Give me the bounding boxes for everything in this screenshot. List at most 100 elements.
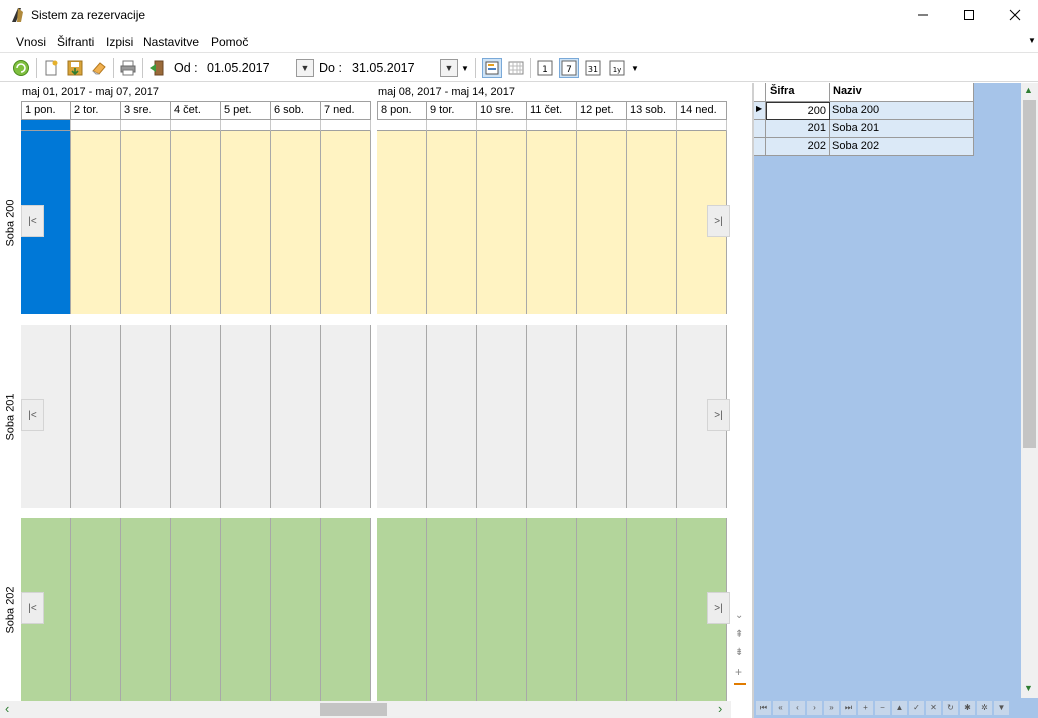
schedule-cell[interactable] bbox=[271, 131, 321, 314]
day-header[interactable]: 9 tor. bbox=[427, 101, 477, 120]
schedule-cell[interactable] bbox=[577, 131, 627, 314]
first-record-icon[interactable]: ⏮ bbox=[756, 701, 771, 715]
schedule-cell[interactable] bbox=[527, 325, 577, 508]
menu-overflow-chevron-icon[interactable]: ▼ bbox=[1028, 36, 1036, 45]
zoom-out-icon[interactable] bbox=[734, 683, 746, 685]
day-header[interactable]: 5 pet. bbox=[221, 101, 271, 120]
last-record-icon[interactable]: ⏭ bbox=[841, 701, 856, 715]
schedule-cell[interactable] bbox=[577, 518, 627, 701]
insert-icon[interactable]: + bbox=[858, 701, 873, 715]
schedule-cell[interactable] bbox=[377, 131, 427, 314]
schedule-cell[interactable] bbox=[477, 131, 527, 314]
cell-code[interactable]: 200 bbox=[766, 102, 830, 120]
schedule-cell[interactable] bbox=[271, 325, 321, 508]
date-from-dropdown-button[interactable]: ▼ bbox=[296, 59, 314, 77]
toolbar-overflow-icon[interactable]: ▼ bbox=[461, 64, 469, 73]
schedule-cell[interactable] bbox=[627, 518, 677, 701]
schedule-cell[interactable] bbox=[71, 325, 121, 508]
filter-icon[interactable]: ▼ bbox=[994, 701, 1009, 715]
previous-appointment-button[interactable]: |< bbox=[21, 592, 44, 624]
grid-view-icon[interactable] bbox=[507, 59, 525, 77]
new-document-icon[interactable] bbox=[42, 59, 60, 77]
date-from-field[interactable]: 01.05.2017 bbox=[207, 61, 270, 75]
day-header[interactable]: 10 sre. bbox=[477, 101, 527, 120]
schedule-cell[interactable] bbox=[221, 131, 271, 314]
day-header[interactable]: 3 sre. bbox=[121, 101, 171, 120]
day-header[interactable]: 7 ned. bbox=[321, 101, 371, 120]
timeline-view-icon[interactable] bbox=[482, 58, 502, 78]
schedule-cell[interactable] bbox=[577, 325, 627, 508]
day-header[interactable]: 12 pet. bbox=[577, 101, 627, 120]
schedule-cell[interactable] bbox=[377, 325, 427, 508]
table-row[interactable]: 202 Soba 202 bbox=[754, 138, 974, 156]
scroll-down-icon[interactable]: ⌄ bbox=[735, 610, 743, 621]
schedule-cell[interactable] bbox=[171, 325, 221, 508]
schedule-cell[interactable] bbox=[527, 131, 577, 314]
expand-all-icon[interactable]: ⇟ bbox=[735, 647, 743, 658]
schedule-cell[interactable] bbox=[477, 518, 527, 701]
schedule-cell[interactable] bbox=[427, 131, 477, 314]
day-view-icon[interactable]: 1 bbox=[536, 59, 554, 77]
schedule-cell[interactable] bbox=[427, 518, 477, 701]
scroll-right-icon[interactable]: › bbox=[718, 701, 722, 716]
menu-vnosi[interactable]: Vnosi bbox=[16, 35, 46, 49]
grid-vertical-scrollbar[interactable]: ▲ ▼ bbox=[1021, 83, 1038, 698]
toolbar-overflow-icon[interactable]: ▼ bbox=[631, 64, 639, 73]
print-icon[interactable] bbox=[119, 59, 137, 77]
schedule-cell[interactable] bbox=[527, 518, 577, 701]
scroll-down-icon[interactable]: ▼ bbox=[1024, 683, 1033, 693]
schedule-cell[interactable] bbox=[627, 131, 677, 314]
previous-appointment-button[interactable]: |< bbox=[21, 205, 44, 237]
delete-icon[interactable]: − bbox=[875, 701, 890, 715]
schedule-cell[interactable] bbox=[171, 131, 221, 314]
column-header-code[interactable]: Šifra bbox=[766, 83, 830, 102]
cell-code[interactable]: 201 bbox=[766, 120, 830, 138]
table-row[interactable]: ▶ 200 Soba 200 bbox=[754, 102, 974, 120]
schedule-cell[interactable] bbox=[271, 518, 321, 701]
day-header[interactable]: 4 čet. bbox=[171, 101, 221, 120]
exit-icon[interactable] bbox=[148, 59, 166, 77]
cell-name[interactable]: Soba 201 bbox=[830, 120, 974, 138]
schedule-cell[interactable] bbox=[121, 131, 171, 314]
cell-name[interactable]: Soba 202 bbox=[830, 138, 974, 156]
schedule-cell[interactable] bbox=[221, 325, 271, 508]
refresh-icon[interactable]: ↻ bbox=[943, 701, 958, 715]
minimize-button[interactable] bbox=[900, 0, 946, 30]
eraser-icon[interactable] bbox=[90, 59, 108, 77]
year-view-icon[interactable]: 1y bbox=[608, 59, 626, 77]
collapse-all-icon[interactable]: ⇞ bbox=[735, 629, 743, 640]
month-view-icon[interactable]: 31 bbox=[584, 59, 602, 77]
schedule-cell[interactable] bbox=[121, 518, 171, 701]
scrollbar-thumb[interactable] bbox=[320, 703, 387, 716]
bookmark-icon[interactable]: ✱ bbox=[960, 701, 975, 715]
menu-izpisi[interactable]: Izpisi bbox=[106, 35, 133, 49]
next-appointment-button[interactable]: >| bbox=[707, 592, 730, 624]
date-to-dropdown-button[interactable]: ▼ bbox=[440, 59, 458, 77]
refresh-icon[interactable] bbox=[12, 59, 30, 77]
schedule-cell[interactable] bbox=[121, 325, 171, 508]
schedule-cell[interactable] bbox=[71, 518, 121, 701]
day-header[interactable]: 2 tor. bbox=[71, 101, 121, 120]
cell-code[interactable]: 202 bbox=[766, 138, 830, 156]
cell-name[interactable]: Soba 200 bbox=[830, 102, 974, 120]
prev-record-icon[interactable]: ‹ bbox=[790, 701, 805, 715]
next-page-icon[interactable]: » bbox=[824, 701, 839, 715]
schedule-cell[interactable] bbox=[321, 518, 371, 701]
day-header[interactable]: 6 sob. bbox=[271, 101, 321, 120]
schedule-cell[interactable] bbox=[321, 325, 371, 508]
schedule-cell[interactable] bbox=[171, 518, 221, 701]
cancel-icon[interactable]: ✕ bbox=[926, 701, 941, 715]
day-header[interactable]: 11 čet. bbox=[527, 101, 577, 120]
next-appointment-button[interactable]: >| bbox=[707, 205, 730, 237]
day-header[interactable]: 13 sob. bbox=[627, 101, 677, 120]
menu-nastavitve[interactable]: Nastavitve bbox=[143, 35, 199, 49]
week-view-icon[interactable]: 7 bbox=[559, 58, 579, 78]
edit-icon[interactable]: ▲ bbox=[892, 701, 907, 715]
menu-pomoc[interactable]: Pomoč bbox=[211, 35, 248, 49]
schedule-cell[interactable] bbox=[71, 131, 121, 314]
table-row[interactable]: 201 Soba 201 bbox=[754, 120, 974, 138]
scroll-up-icon[interactable]: ▲ bbox=[1024, 85, 1033, 95]
scrollbar-thumb[interactable] bbox=[1023, 100, 1036, 448]
schedule-cell[interactable] bbox=[321, 131, 371, 314]
day-header[interactable]: 1 pon. bbox=[21, 101, 71, 120]
